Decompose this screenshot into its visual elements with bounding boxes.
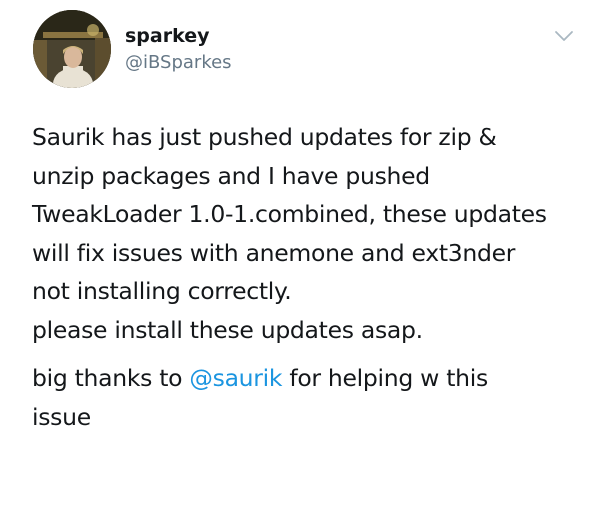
thanks-prefix: big thanks to — [32, 364, 190, 392]
tweet-line: will fix issues with anemone and ext3nde… — [32, 238, 516, 267]
tweet-line: TweakLoader 1.0-1.combined, these update… — [32, 200, 547, 228]
author-info: sparkey @iBSparkes — [125, 24, 232, 76]
tweet-line: not installing correctly. — [32, 277, 292, 305]
tweet-line: Saurik has just pushed updates for zip & — [32, 123, 497, 151]
tweet-paragraph-main: Saurik has just pushed updates for zip &… — [32, 118, 592, 349]
tweet-line: unzip packages and I have pushed — [32, 161, 430, 190]
tweet-line: big thanks to @saurik for helping w this — [32, 359, 592, 398]
tweet-card: sparkey @iBSparkes Saurik has just pushe… — [0, 0, 600, 515]
author-avatar[interactable] — [33, 10, 111, 88]
tweet-line: issue — [32, 402, 91, 431]
author-handle[interactable]: @iBSparkes — [125, 50, 232, 76]
tweet-text: Saurik has just pushed updates for zip &… — [32, 118, 592, 436]
thanks-suffix: for helping w this — [282, 364, 488, 392]
tweet-line: please install these updates asap. — [32, 315, 423, 344]
author-display-name[interactable]: sparkey — [125, 24, 232, 48]
chevron-down-icon[interactable] — [553, 28, 575, 44]
tweet-paragraph-thanks: big thanks to @saurik for helping w this… — [32, 359, 592, 436]
mention-link[interactable]: @saurik — [189, 364, 282, 392]
avatar-photo — [33, 10, 111, 88]
